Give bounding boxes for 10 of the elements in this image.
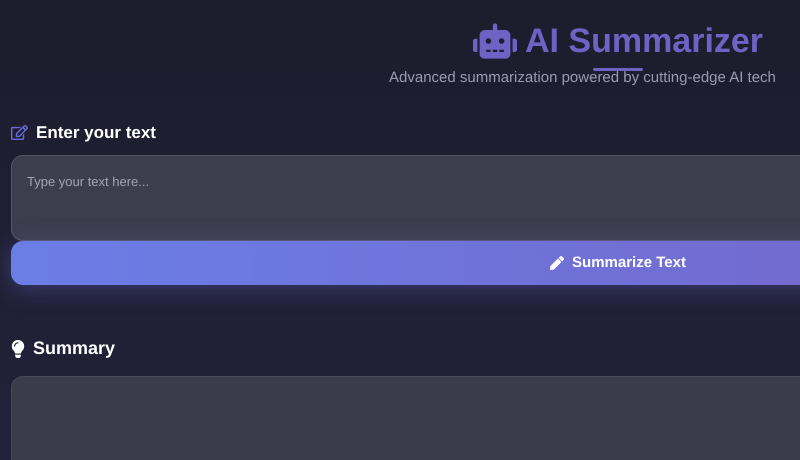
lightbulb-icon <box>11 340 25 358</box>
edit-icon <box>11 124 28 141</box>
pencil-icon <box>550 256 564 270</box>
section-label: Enter your text <box>36 122 156 144</box>
text-input-field[interactable]: Type your text here... <box>11 155 800 241</box>
summarize-button[interactable]: Summarize Text <box>11 241 800 285</box>
subtitle: Advanced summarization powered by cutting-edge AI tech <box>389 68 776 88</box>
app-title: AI Summarizer <box>524 24 764 58</box>
robot-icon <box>472 22 517 60</box>
section-label: Summary <box>33 337 116 360</box>
